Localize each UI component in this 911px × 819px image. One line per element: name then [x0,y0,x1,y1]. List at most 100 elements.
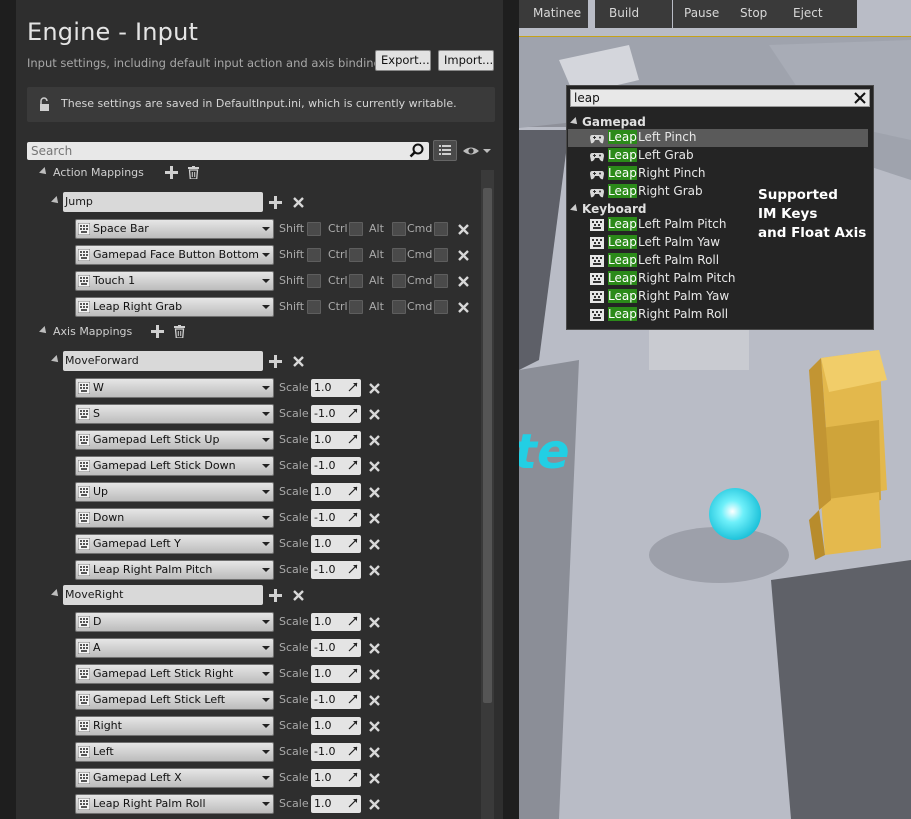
pause-button[interactable]: Pause [684,6,719,20]
list-view-toggle[interactable] [433,140,457,161]
key-option[interactable]: Leap Right Palm Roll [568,306,868,324]
spin-arrow-icon[interactable] [348,408,358,418]
remove-key-button[interactable] [369,565,380,576]
key-selector-dropdown[interactable]: Gamepad Left Stick Up [75,430,274,450]
remove-key-button[interactable] [369,721,380,732]
mapping-name-field[interactable]: Jump [63,192,263,212]
key-selector-dropdown[interactable]: S [75,404,274,424]
scale-input[interactable]: 1.0 [311,431,361,449]
modifier-checkbox-cmd[interactable] [434,248,448,262]
expand-arrow-icon[interactable] [39,326,49,336]
spin-arrow-icon[interactable] [348,772,358,782]
spin-arrow-icon[interactable] [348,538,358,548]
key-selector-dropdown[interactable]: Leap Right Palm Pitch [75,560,274,580]
scale-input[interactable]: 1.0 [311,769,361,787]
scale-input[interactable]: 1.0 [311,795,361,813]
modifier-checkbox-alt[interactable] [392,222,406,236]
clear-action-mappings-button[interactable] [187,166,199,179]
modifier-checkbox-cmd[interactable] [434,300,448,314]
modifier-checkbox-shift[interactable] [307,222,321,236]
spin-arrow-icon[interactable] [348,486,358,496]
key-search-input[interactable] [571,90,869,106]
scale-input[interactable]: 1.0 [311,379,361,397]
modifier-checkbox-cmd[interactable] [434,274,448,288]
spin-arrow-icon[interactable] [348,668,358,678]
remove-key-button[interactable] [369,539,380,550]
key-option[interactable]: Leap Left Pinch [568,129,868,147]
key-selector-dropdown[interactable]: A [75,638,274,658]
remove-key-button[interactable] [369,487,380,498]
expand-arrow-icon[interactable] [51,196,61,206]
modifier-checkbox-shift[interactable] [307,248,321,262]
key-selector-dropdown[interactable]: Up [75,482,274,502]
mapping-name-field[interactable]: MoveForward [63,351,263,371]
scale-input[interactable]: -1.0 [311,743,361,761]
key-option[interactable]: Leap Right Palm Pitch [568,270,868,288]
remove-key-button[interactable] [458,276,469,287]
spin-arrow-icon[interactable] [348,512,358,522]
add-binding-button[interactable] [269,355,282,368]
modifier-checkbox-ctrl[interactable] [349,248,363,262]
stop-button[interactable]: Stop [740,6,767,20]
import-button[interactable]: Import... [438,50,494,71]
key-selector-dropdown[interactable]: Gamepad Left Stick Right [75,664,274,684]
scale-input[interactable]: 1.0 [311,535,361,553]
remove-key-button[interactable] [458,224,469,235]
key-category-header[interactable]: Gamepad [570,115,646,129]
remove-mapping-button[interactable] [293,197,304,208]
key-selector-dropdown[interactable]: Right [75,716,274,736]
remove-key-button[interactable] [369,669,380,680]
spin-arrow-icon[interactable] [348,564,358,574]
expand-arrow-icon[interactable] [39,167,49,177]
modifier-checkbox-alt[interactable] [392,274,406,288]
spin-arrow-icon[interactable] [348,798,358,808]
remove-mapping-button[interactable] [293,590,304,601]
remove-key-button[interactable] [369,435,380,446]
key-selector-dropdown[interactable]: W [75,378,274,398]
clear-axis-mappings-button[interactable] [174,325,186,338]
spin-arrow-icon[interactable] [348,746,358,756]
modifier-checkbox-ctrl[interactable] [349,300,363,314]
key-option[interactable]: Leap Right Pinch [568,165,868,183]
scale-input[interactable]: 1.0 [311,483,361,501]
remove-key-button[interactable] [369,799,380,810]
scale-input[interactable]: -1.0 [311,561,361,579]
build-button[interactable]: Build [609,6,639,20]
key-selector-dropdown[interactable]: Gamepad Left Stick Down [75,456,274,476]
remove-key-button[interactable] [369,747,380,758]
add-axis-mapping-button[interactable] [151,325,165,338]
scale-input[interactable]: 1.0 [311,613,361,631]
remove-key-button[interactable] [369,617,380,628]
key-selector-dropdown[interactable]: Leap Right Grab [75,297,274,317]
spin-arrow-icon[interactable] [348,694,358,704]
scale-input[interactable]: -1.0 [311,691,361,709]
spin-arrow-icon[interactable] [348,460,358,470]
key-selector-dropdown[interactable]: Gamepad Face Button Bottom [75,245,274,265]
remove-key-button[interactable] [369,409,380,420]
expand-arrow-icon[interactable] [51,589,61,599]
key-selector-dropdown[interactable]: Leap Right Palm Roll [75,794,274,814]
remove-key-button[interactable] [369,461,380,472]
scale-input[interactable]: 1.0 [311,665,361,683]
remove-key-button[interactable] [369,773,380,784]
remove-mapping-button[interactable] [293,356,304,367]
matinee-button[interactable]: Matinee [533,6,581,20]
remove-key-button[interactable] [369,695,380,706]
modifier-checkbox-alt[interactable] [392,248,406,262]
modifier-checkbox-ctrl[interactable] [349,274,363,288]
view-options-button[interactable] [462,143,492,159]
key-option[interactable]: Leap Left Grab [568,147,868,165]
modifier-checkbox-shift[interactable] [307,300,321,314]
scale-input[interactable]: -1.0 [311,509,361,527]
spin-arrow-icon[interactable] [348,382,358,392]
modifier-checkbox-cmd[interactable] [434,222,448,236]
scrollbar-thumb[interactable] [483,188,492,703]
spin-arrow-icon[interactable] [348,616,358,626]
scale-input[interactable]: -1.0 [311,457,361,475]
add-binding-button[interactable] [269,589,282,602]
modifier-checkbox-alt[interactable] [392,300,406,314]
key-selector-dropdown[interactable]: D [75,612,274,632]
spin-arrow-icon[interactable] [348,434,358,444]
eject-button[interactable]: Eject [793,6,823,20]
key-selector-dropdown[interactable]: Space Bar [75,219,274,239]
